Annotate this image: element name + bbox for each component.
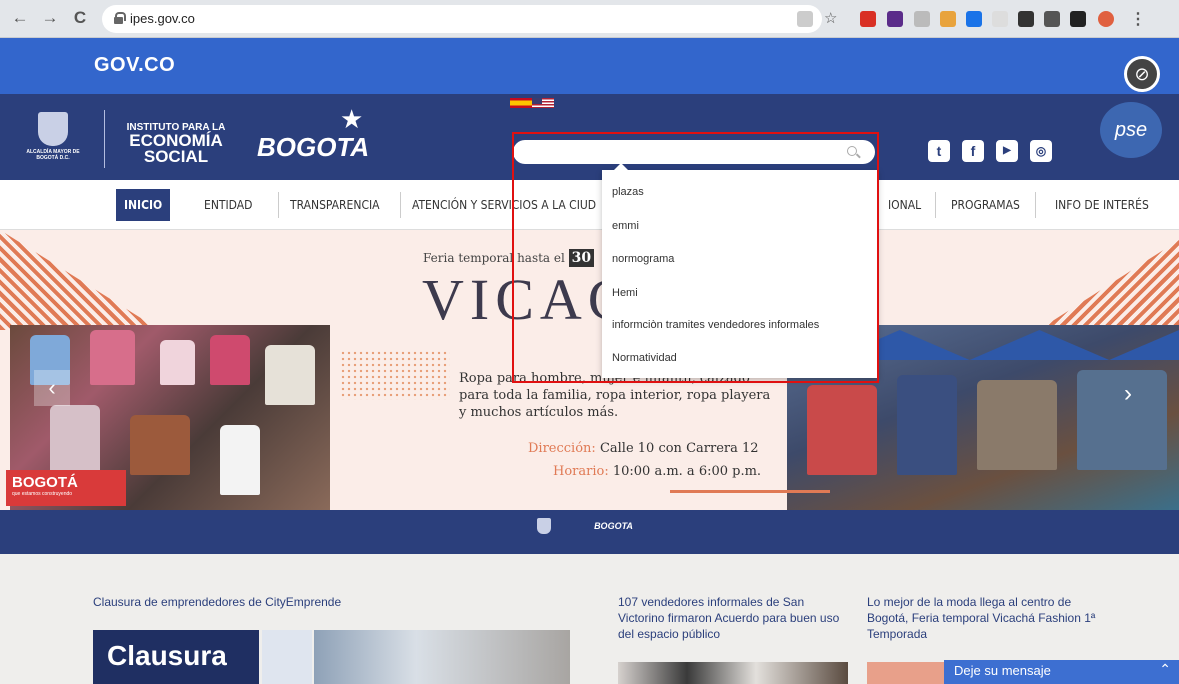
chevron-up-icon[interactable]: ⌃ xyxy=(1159,661,1171,678)
language-flags[interactable] xyxy=(510,98,554,108)
band-logos: BOGOTA xyxy=(537,518,633,534)
instagram-icon[interactable]: ◎ xyxy=(1030,140,1052,162)
reload-button[interactable]: C xyxy=(70,8,90,28)
news-title-3[interactable]: Lo mejor de la moda llega al centro de B… xyxy=(867,594,1107,642)
profile-avatar[interactable] xyxy=(1098,11,1114,27)
spain-flag-icon[interactable] xyxy=(510,98,532,108)
suggestion-item[interactable]: emmi xyxy=(612,220,639,232)
clothing-item xyxy=(50,405,100,475)
address-bar[interactable]: ipes.gov.co xyxy=(102,5,822,33)
reading-list-icon[interactable] xyxy=(1044,11,1060,27)
menu-separator xyxy=(278,192,279,218)
search-icon[interactable] xyxy=(847,146,857,156)
menu-info-interes[interactable]: INFO DE INTERÉS xyxy=(1047,189,1157,221)
extension-icon-3[interactable] xyxy=(914,11,930,27)
search-input[interactable] xyxy=(523,143,839,161)
menu-atencion[interactable]: ATENCIÓN Y SERVICIOS A LA CIUD xyxy=(404,189,604,221)
menu-separator xyxy=(1035,192,1036,218)
lock-icon xyxy=(114,12,126,24)
main-menu: INICIO ENTIDAD TRANSPARENCIA ATENCIÓN Y … xyxy=(0,180,1179,230)
news-image-1[interactable]: Clausura xyxy=(93,630,259,684)
banner-title: VICAC xyxy=(422,267,633,332)
banner-horario: Horario: 10:00 a.m. a 6:00 p.m. xyxy=(553,464,762,479)
alcaldia-logo[interactable]: ALCALDÍA MAYOR DE BOGOTÁ D.C. xyxy=(20,112,86,172)
menu-inicio[interactable]: INICIO xyxy=(116,189,171,221)
news-image-2[interactable] xyxy=(618,662,848,684)
news-image-1c xyxy=(314,630,570,684)
menu-separator xyxy=(935,192,936,218)
banner-direccion: Dirección: Calle 10 con Carrera 12 xyxy=(528,441,759,456)
chat-widget[interactable]: Deje su mensaje ⌃ xyxy=(944,660,1179,684)
clothing-item xyxy=(90,330,135,385)
clothing-item xyxy=(897,375,957,475)
decorative-stripes xyxy=(1029,240,1179,336)
clothing-item xyxy=(977,380,1057,470)
menu-entidad[interactable]: ENTIDAD xyxy=(196,189,260,221)
suggestion-item[interactable]: normograma xyxy=(612,253,674,265)
usa-flag-icon[interactable] xyxy=(532,98,554,108)
clothing-item xyxy=(160,340,195,385)
menu-internacional[interactable]: IONAL xyxy=(880,189,929,221)
news-title-2[interactable]: 107 vendedores informales de San Victori… xyxy=(618,594,848,642)
news-title-1[interactable]: Clausura de emprendedores de CityEmprend… xyxy=(93,594,413,610)
share-icon[interactable] xyxy=(797,11,813,27)
extension-icon-2[interactable] xyxy=(887,11,903,27)
decorative-stripes xyxy=(0,230,160,330)
search-box[interactable] xyxy=(513,140,875,164)
url-text: ipes.gov.co xyxy=(130,11,195,26)
suggestion-item[interactable]: plazas xyxy=(612,186,644,198)
bookmark-star-icon[interactable]: ☆ xyxy=(824,9,840,27)
carousel-prev-icon[interactable]: ‹ xyxy=(34,370,70,406)
decorative-line xyxy=(670,490,830,493)
feria-text: Feria temporal hasta el 30 xyxy=(423,249,595,267)
search-suggestions: plazas emmi normograma Hemi informciòn t… xyxy=(602,163,878,378)
sidepanel-icon[interactable] xyxy=(1070,11,1086,27)
logos-band: BOGOTA xyxy=(0,510,1179,554)
decorative-dots xyxy=(340,350,450,400)
extension-icon-4[interactable] xyxy=(940,11,956,27)
suggestion-item[interactable]: Hemi xyxy=(612,287,638,299)
browser-toolbar: ← → C ipes.gov.co ☆ ⋮ xyxy=(0,0,1179,38)
menu-separator xyxy=(400,192,401,218)
back-button[interactable]: ← xyxy=(10,8,30,28)
extension-icon-5[interactable] xyxy=(966,11,982,27)
bogota-badge: BOGOTÁ que estamos construyendo xyxy=(6,470,126,506)
menu-transparencia[interactable]: TRANSPARENCIA xyxy=(282,189,388,221)
clothing-item xyxy=(807,385,877,475)
ipes-logo[interactable]: INSTITUTO PARA LA ECONOMÍA SOCIAL xyxy=(120,122,232,165)
clothing-item xyxy=(210,335,250,385)
puzzle-icon[interactable] xyxy=(1018,11,1034,27)
clothing-item xyxy=(220,425,260,495)
forward-button[interactable]: → xyxy=(40,8,60,28)
clothing-item xyxy=(1077,370,1167,470)
accessibility-eye-icon[interactable]: ⊘ xyxy=(1124,56,1160,92)
clothing-item xyxy=(130,415,190,475)
youtube-icon[interactable]: ▶ xyxy=(996,140,1018,162)
news-image-3[interactable] xyxy=(867,662,947,684)
twitter-icon[interactable]: t xyxy=(928,140,950,162)
carousel-next-icon[interactable]: › xyxy=(1124,380,1132,408)
menu-programas[interactable]: PROGRAMAS xyxy=(943,189,1028,221)
header-divider xyxy=(104,110,105,168)
facebook-icon[interactable]: f xyxy=(962,140,984,162)
suggestion-item[interactable]: informciòn tramites vendedores informale… xyxy=(612,319,819,331)
site-header: ALCALDÍA MAYOR DE BOGOTÁ D.C. INSTITUTO … xyxy=(0,94,1179,180)
menu-dots-icon[interactable]: ⋮ xyxy=(1130,9,1146,28)
pse-logo[interactable]: pse xyxy=(1100,102,1162,158)
extension-icon-6[interactable] xyxy=(992,11,1008,27)
shield-icon xyxy=(537,518,551,534)
extension-icon-1[interactable] xyxy=(860,11,876,27)
star-icon: ★ xyxy=(340,104,364,134)
bogota-logo[interactable]: BOGOTA xyxy=(257,132,369,163)
shield-icon xyxy=(38,112,68,146)
clothing-item xyxy=(265,345,315,405)
hero-banner[interactable]: Feria temporal hasta el 30 VICAC Ropa pa… xyxy=(0,230,1179,510)
govco-logo[interactable]: GOV.CO xyxy=(94,54,175,77)
news-image-1b xyxy=(262,630,312,684)
govco-bar: GOV.CO xyxy=(0,38,1179,94)
suggestion-item[interactable]: Normatividad xyxy=(612,352,677,364)
